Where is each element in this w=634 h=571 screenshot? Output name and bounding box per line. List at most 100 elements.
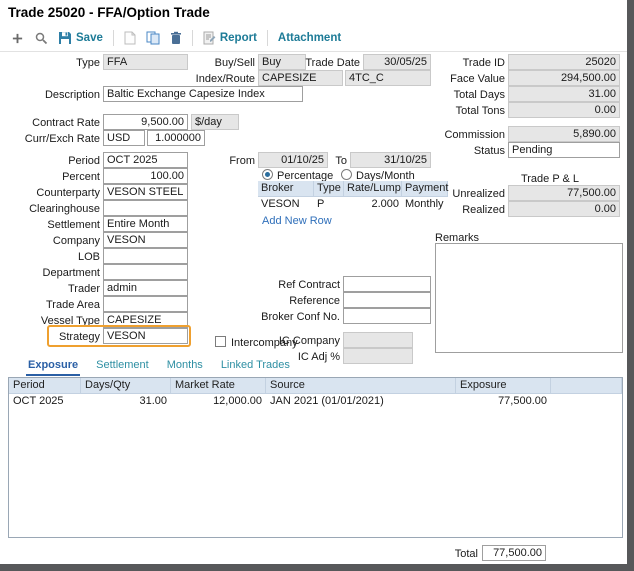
trade-area-field[interactable] [103, 296, 188, 312]
ic-company-field [343, 332, 413, 348]
page-title: Trade 25020 - FFA/Option Trade [8, 5, 210, 20]
type-field: FFA [103, 54, 188, 70]
trade-pnl-title: Trade P & L [480, 172, 620, 186]
bottom-tabs: Exposure Settlement Months Linked Trades [26, 357, 292, 376]
curr-exch-rate-label: Curr/Exch Rate [2, 132, 100, 146]
exposure-cell-days-qty: 31.00 [81, 394, 171, 409]
toolbar-separator [113, 30, 114, 46]
vessel-type-label: Vessel Type [2, 314, 100, 328]
trade-date-label: Trade Date [300, 56, 360, 70]
strategy-field[interactable] [103, 328, 188, 344]
save-icon [58, 31, 72, 45]
exposure-header-filler [551, 378, 622, 393]
toolbar-divider [0, 51, 627, 52]
vessel-type-field[interactable] [103, 312, 188, 328]
exposure-table: Period Days/Qty Market Rate Source Expos… [8, 377, 623, 538]
ic-company-label: IC Company [250, 334, 340, 348]
realized-label: Realized [405, 203, 505, 217]
percentage-radio[interactable] [262, 169, 273, 180]
save-button[interactable]: Save [53, 28, 108, 48]
days-month-radio[interactable] [341, 169, 352, 180]
unrealized-label: Unrealized [405, 187, 505, 201]
broker-conf-no-field[interactable] [343, 308, 431, 324]
intercompany-checkbox[interactable] [215, 336, 226, 347]
copy-button[interactable] [141, 28, 165, 48]
new-button[interactable] [6, 29, 29, 48]
description-label: Description [2, 88, 100, 102]
toolbar-separator [192, 30, 193, 46]
lob-label: LOB [2, 250, 100, 264]
toolbar-separator [267, 30, 268, 46]
buy-sell-field: Buy [258, 54, 306, 70]
broker-header-rate-lump: Rate/Lump [344, 181, 402, 196]
exposure-table-header: Period Days/Qty Market Rate Source Expos… [9, 378, 622, 394]
delete-button[interactable] [165, 28, 187, 48]
type-label: Type [2, 56, 100, 70]
period-label: Period [2, 154, 100, 168]
description-field[interactable] [103, 86, 303, 102]
status-field[interactable] [508, 142, 620, 158]
department-label: Department [2, 266, 100, 280]
contract-rate-label: Contract Rate [2, 116, 100, 130]
new-doc-icon [124, 31, 136, 45]
face-value-field: 294,500.00 [508, 70, 620, 86]
buy-sell-label: Buy/Sell [195, 56, 255, 70]
settlement-field[interactable] [103, 216, 188, 232]
toolbar: Save Report Attachment [6, 27, 346, 49]
attachment-button[interactable]: Attachment [273, 29, 346, 47]
exchange-rate-field[interactable] [147, 130, 205, 146]
plus-icon [11, 32, 24, 45]
exposure-cell-source: JAN 2021 (01/01/2021) [266, 394, 456, 409]
period-field[interactable] [103, 152, 188, 168]
exposure-header-source: Source [266, 378, 456, 393]
total-tons-label: Total Tons [405, 104, 505, 118]
total-field: 77,500.00 [482, 545, 546, 561]
tab-settlement[interactable]: Settlement [94, 357, 151, 376]
tab-months[interactable]: Months [165, 357, 205, 376]
to-label: To [331, 154, 347, 168]
ref-contract-field[interactable] [343, 276, 431, 292]
lob-field[interactable] [103, 248, 188, 264]
broker-conf-no-label: Broker Conf No. [250, 310, 340, 324]
exposure-row[interactable]: OCT 2025 31.00 12,000.00 JAN 2021 (01/01… [9, 394, 622, 409]
commission-field: 5,890.00 [508, 126, 620, 142]
percent-label: Percent [2, 170, 100, 184]
strategy-label: Strategy [2, 330, 100, 344]
tab-exposure[interactable]: Exposure [26, 357, 80, 376]
company-field[interactable] [103, 232, 188, 248]
counterparty-field[interactable] [103, 184, 188, 200]
exposure-cell-period: OCT 2025 [9, 394, 81, 409]
trader-field[interactable] [103, 280, 188, 296]
attachment-label: Attachment [278, 32, 341, 44]
broker-cell-rate: 2.000 [344, 197, 402, 212]
broker-cell-type: P [314, 197, 344, 212]
commission-label: Commission [405, 128, 505, 142]
clearinghouse-field[interactable] [103, 200, 188, 216]
percent-field[interactable] [103, 168, 188, 184]
reference-field[interactable] [343, 292, 431, 308]
broker-cell-broker: VESON [258, 197, 314, 212]
exposure-cell-filler [551, 394, 622, 409]
realized-field: 0.00 [508, 201, 620, 217]
search-button[interactable] [29, 28, 53, 48]
counterparty-label: Counterparty [2, 186, 100, 200]
currency-field[interactable] [103, 130, 145, 146]
add-new-row-link[interactable]: Add New Row [262, 215, 332, 227]
remarks-field[interactable] [435, 243, 623, 353]
report-button[interactable]: Report [198, 28, 262, 48]
contract-rate-field[interactable] [103, 114, 188, 130]
trade-area-label: Trade Area [2, 298, 100, 312]
report-icon [203, 31, 216, 45]
broker-header-broker: Broker [258, 181, 314, 196]
new-doc-button[interactable] [119, 28, 141, 48]
exposure-header-days-qty: Days/Qty [81, 378, 171, 393]
tab-linked-trades[interactable]: Linked Trades [219, 357, 292, 376]
trade-id-field: 25020 [508, 54, 620, 70]
exposure-header-market-rate: Market Rate [171, 378, 266, 393]
total-days-label: Total Days [405, 88, 505, 102]
total-tons-field: 0.00 [508, 102, 620, 118]
department-field[interactable] [103, 264, 188, 280]
settlement-label: Settlement [2, 218, 100, 232]
exposure-cell-exposure: 77,500.00 [456, 394, 551, 409]
trader-label: Trader [2, 282, 100, 296]
